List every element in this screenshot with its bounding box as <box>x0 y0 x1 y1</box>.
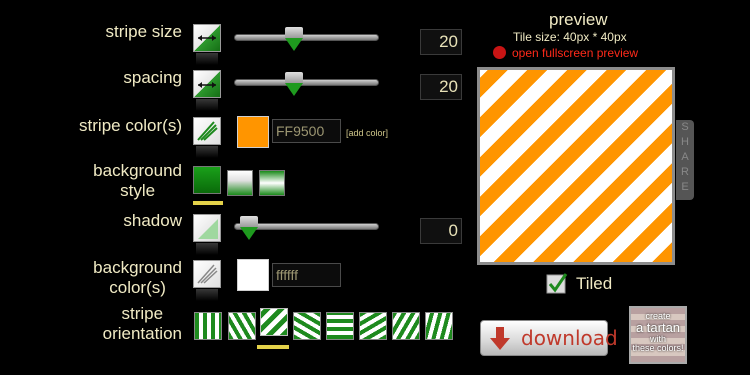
background-style-gradient-2[interactable] <box>259 170 285 196</box>
stripe-size-label: stripe size <box>105 22 182 41</box>
fullscreen-icon[interactable] <box>493 46 506 59</box>
background-style-solid[interactable] <box>193 166 221 194</box>
orientation-diagonal-45[interactable] <box>260 308 288 336</box>
background-colors-label: background color(s) <box>93 258 182 298</box>
background-style-label: background style <box>93 161 182 201</box>
stripe-color-swatch[interactable] <box>237 116 269 148</box>
background-colors-label-line2: color(s) <box>109 278 166 297</box>
background-color-brush-icon <box>193 260 221 301</box>
background-color-hex-input[interactable]: ffffff <box>272 263 341 287</box>
orientation-selected-indicator <box>257 345 289 349</box>
share-letter: S <box>681 121 689 133</box>
orientation-diagonal-shallow[interactable] <box>293 312 321 340</box>
stripe-size-icon <box>193 24 221 65</box>
stripe-color-hex-input[interactable]: FF9500 <box>272 119 341 143</box>
download-button[interactable]: download <box>480 320 618 356</box>
stripe-size-value[interactable]: 20 <box>420 29 462 55</box>
background-style-label-line1: background <box>93 161 182 180</box>
stripe-colors-label: stripe color(s) <box>79 116 182 135</box>
background-style-selected-indicator <box>193 201 223 205</box>
tiled-checkbox[interactable] <box>546 272 568 294</box>
orientation-diagonal-steep[interactable] <box>228 312 256 340</box>
orientation-reverse-steep[interactable] <box>392 312 420 340</box>
tartan-line-4: these colors! <box>632 343 684 353</box>
background-colors-label-line1: background <box>93 258 182 277</box>
add-color-link[interactable]: [add color] <box>346 128 388 138</box>
stripe-orientation-label-line1: stripe <box>121 304 164 323</box>
stripe-size-slider-thumb[interactable] <box>285 27 303 51</box>
spacing-label: spacing <box>123 68 182 87</box>
create-tartan-button[interactable]: create a tartan with these colors! <box>629 306 687 364</box>
shadow-label: shadow <box>123 211 182 230</box>
download-label: download <box>521 326 618 350</box>
preview-canvas <box>477 67 675 265</box>
tiled-label: Tiled <box>576 274 613 293</box>
shadow-icon <box>193 214 221 255</box>
create-tartan-label: create a tartan with these colors! <box>631 312 685 353</box>
stripe-color-brush-icon <box>193 117 221 158</box>
share-letter: R <box>681 166 689 178</box>
spacing-value[interactable]: 20 <box>420 74 462 100</box>
spacing-slider-track[interactable] <box>234 79 379 86</box>
tartan-line-2: a tartan <box>635 320 681 335</box>
spacing-slider-thumb[interactable] <box>285 72 303 96</box>
stripe-orientation-label: stripe orientation <box>103 304 182 344</box>
stripe-size-slider-track[interactable] <box>234 34 379 41</box>
stripe-orientation-label-line2: orientation <box>102 324 182 343</box>
shadow-slider-thumb[interactable] <box>240 216 258 240</box>
download-arrow-icon <box>490 327 510 350</box>
background-style-label-line2: style <box>120 181 156 200</box>
orientation-vertical[interactable] <box>194 312 222 340</box>
orientation-horizontal[interactable] <box>326 312 354 340</box>
orientation-reverse-shallow[interactable] <box>359 312 387 340</box>
spacing-icon <box>193 70 221 111</box>
preview-title: preview <box>549 10 608 29</box>
shadow-value[interactable]: 0 <box>420 218 462 244</box>
share-letter: H <box>681 136 689 148</box>
orientation-reverse-vertical[interactable] <box>425 312 453 340</box>
share-tab[interactable]: S H A R E <box>676 120 694 200</box>
fullscreen-link[interactable]: open fullscreen preview <box>512 46 638 60</box>
background-color-swatch[interactable] <box>237 259 269 291</box>
tile-size-text: Tile size: 40px * 40px <box>513 30 627 44</box>
share-letter: E <box>681 181 689 193</box>
share-letter: A <box>681 151 689 163</box>
background-style-gradient-1[interactable] <box>227 170 253 196</box>
